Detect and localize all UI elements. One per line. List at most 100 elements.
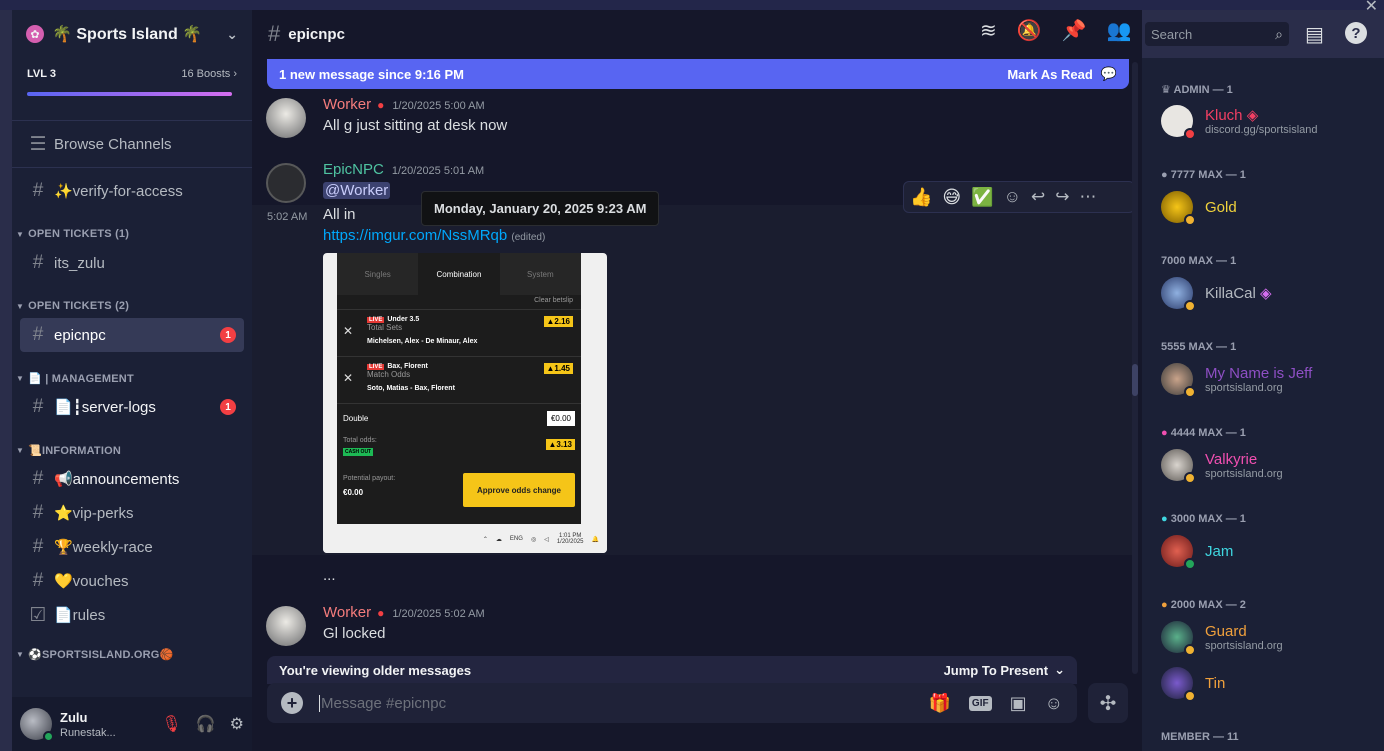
thumbs-up-react-icon[interactable]: 👍	[910, 187, 932, 208]
bet-leg: ✕ LIVE Under 3.5 Total Sets Michelsen, Al…	[337, 309, 581, 356]
double-label: Double	[343, 414, 369, 423]
check-react-icon[interactable]: ✅	[971, 187, 993, 208]
inbox-icon[interactable]: ▤	[1305, 22, 1324, 47]
category-management[interactable]: ▼ 📄 | MANAGEMENT	[12, 366, 252, 390]
chevron-icon: ▼	[16, 373, 25, 383]
chevron-down-icon[interactable]: ⌄	[1054, 662, 1065, 678]
gear-icon[interactable]: ⚙	[230, 714, 244, 734]
add-reaction-icon[interactable]: ☺	[1004, 187, 1021, 207]
message-author[interactable]: Worker	[323, 604, 371, 621]
help-icon[interactable]: ?	[1345, 22, 1367, 44]
channel-its-zulu[interactable]: # its_zulu	[12, 246, 252, 280]
message-text: All g just sitting at desk now	[323, 117, 508, 134]
member-item[interactable]: Kluch ◈ discord.gg/sportsisland	[1161, 105, 1318, 140]
pin-icon[interactable]: 📌	[1062, 18, 1087, 43]
window-titlebar	[0, 0, 1384, 10]
browse-icon: ☰	[29, 133, 47, 155]
role-group-header: ♛ ADMIN — 1	[1161, 84, 1233, 96]
avatar	[1161, 191, 1196, 226]
sticker-icon[interactable]: ▣	[1010, 693, 1027, 714]
role-group-header: ● 4444 MAX — 1	[1161, 427, 1246, 439]
channel-label: ⭐vip-perks	[54, 505, 134, 522]
role-label: 3000 MAX — 1	[1170, 513, 1246, 525]
betslip-tab: Singles	[337, 253, 419, 295]
mute-icon[interactable]: 🎙	[161, 714, 181, 734]
grin-react-icon[interactable]: 😅	[942, 187, 961, 208]
member-item[interactable]: My Name is Jeff sportsisland.org	[1161, 363, 1312, 398]
search-input[interactable]: Search ⌕	[1145, 22, 1289, 46]
apps-icon[interactable]: ✣	[1088, 683, 1128, 723]
channel-vip-perks[interactable]: # ⭐vip-perks	[12, 496, 252, 530]
member-item[interactable]: KillaCal ◈	[1161, 277, 1272, 312]
taskbar-date: 1/20/2025	[556, 539, 584, 545]
mark-read-icon: 💬	[1100, 66, 1117, 81]
leg-market: Match Odds	[367, 370, 411, 379]
category-open-tickets-1[interactable]: ▼ OPEN TICKETS (1)	[12, 222, 252, 246]
jump-to-present-button[interactable]: Jump To Present	[944, 663, 1049, 678]
leg-odds: ▲2.16	[543, 316, 573, 327]
message-input[interactable]: Message #epicnpc	[319, 694, 446, 712]
more-icon[interactable]: ⋯	[1079, 187, 1096, 207]
channel-announcements[interactable]: # 📢announcements	[12, 462, 252, 496]
deafen-icon[interactable]: 🎧	[196, 714, 216, 734]
threads-icon[interactable]: ≋	[980, 18, 997, 43]
message-author[interactable]: Worker	[323, 96, 371, 113]
role-group-header: MEMBER — 11	[1161, 731, 1239, 743]
role-label: 4444 MAX — 1	[1170, 427, 1246, 439]
message-link[interactable]: https://imgur.com/NssMRqb	[323, 227, 507, 244]
role-label: ADMIN — 1	[1173, 84, 1233, 96]
reply-icon[interactable]: ↩	[1031, 187, 1045, 207]
channel-epicnpc[interactable]: # epicnpc 1	[20, 318, 244, 352]
chevron-down-icon[interactable]: ⌄	[226, 26, 238, 43]
channel-label: 📢announcements	[54, 471, 180, 488]
category-open-tickets-2[interactable]: ▼ OPEN TICKETS (2)	[12, 294, 252, 318]
boost-progress[interactable]: LVL 3 16 Boosts ›	[12, 58, 252, 120]
member-item[interactable]: Valkyrie sportsisland.org	[1161, 449, 1283, 484]
channel-server-logs[interactable]: # 📄┇server-logs 1	[12, 390, 252, 424]
scrollbar-thumb[interactable]	[1132, 364, 1138, 396]
payout-row: Potential payout: €0.00 Approve odds cha…	[337, 471, 581, 515]
gif-icon[interactable]: GIF	[968, 695, 992, 711]
avatar[interactable]	[266, 606, 306, 646]
crewmate-icon: ●	[1161, 599, 1168, 611]
channel-rules[interactable]: ☑ 📄rules	[12, 598, 252, 632]
server-icon: ✿	[26, 25, 44, 43]
gift-icon[interactable]: 🎁	[929, 693, 951, 714]
channel-vouches[interactable]: # 💛vouches	[12, 564, 252, 598]
boost-count: 16 Boosts	[181, 68, 231, 80]
mark-as-read-button[interactable]: Mark As Read	[1007, 67, 1093, 82]
browse-channels[interactable]: ☰ Browse Channels	[12, 127, 252, 161]
server-header[interactable]: ✿ 🌴 Sports Island 🌴 ⌄	[12, 10, 252, 58]
window-close-icon[interactable]: ✕	[1365, 0, 1378, 16]
member-item[interactable]: Gold	[1161, 191, 1237, 226]
betslip-image[interactable]: Singles Combination System Clear betslip…	[323, 253, 607, 553]
category-information[interactable]: ▼ 📜INFORMATION	[12, 438, 252, 462]
user-mention[interactable]: @Worker	[323, 182, 391, 199]
member-item[interactable]: Tin	[1161, 667, 1225, 702]
new-messages-bar[interactable]: 1 new message since 9:16 PM Mark As Read…	[267, 59, 1129, 89]
role-group-header: 7000 MAX — 1	[1161, 255, 1236, 267]
notification-bell-icon[interactable]: 🔕	[1017, 18, 1042, 43]
scrollbar[interactable]	[1132, 62, 1138, 674]
channel-weekly-race[interactable]: # 🏆weekly-race	[12, 530, 252, 564]
message-actions-bar: 👍 😅 ✅ ☺ ↩ ↪ ⋯	[903, 181, 1135, 213]
idle-status-icon	[1184, 472, 1196, 484]
role-label: MEMBER — 11	[1161, 731, 1239, 743]
forward-icon[interactable]: ↪	[1055, 187, 1069, 207]
avatar[interactable]	[266, 98, 306, 138]
channel-verify[interactable]: # ✨verify-for-access	[12, 174, 252, 208]
category-sportsisland[interactable]: ▼ ⚽SPORTSISLAND.ORG🏀	[12, 642, 252, 666]
bet-leg: ✕ LIVE Bax, Florent Match Odds Soto, Mati…	[337, 356, 581, 403]
bell-icon: 🔔	[591, 536, 599, 543]
avatar[interactable]	[20, 708, 54, 742]
add-attachment-icon[interactable]: +	[281, 692, 303, 714]
avatar	[1161, 363, 1196, 398]
avatar[interactable]	[266, 163, 306, 203]
message-author[interactable]: EpicNPC	[323, 161, 384, 178]
member-item[interactable]: Guard sportsisland.org	[1161, 621, 1283, 656]
message-composer[interactable]: + Message #epicnpc 🎁 GIF ▣ ☺	[267, 683, 1077, 723]
member-list-icon[interactable]: 👥	[1107, 18, 1132, 43]
emoji-icon[interactable]: ☺	[1045, 693, 1063, 714]
category-label: OPEN TICKETS (1)	[28, 228, 130, 240]
member-item[interactable]: Jam	[1161, 535, 1233, 570]
